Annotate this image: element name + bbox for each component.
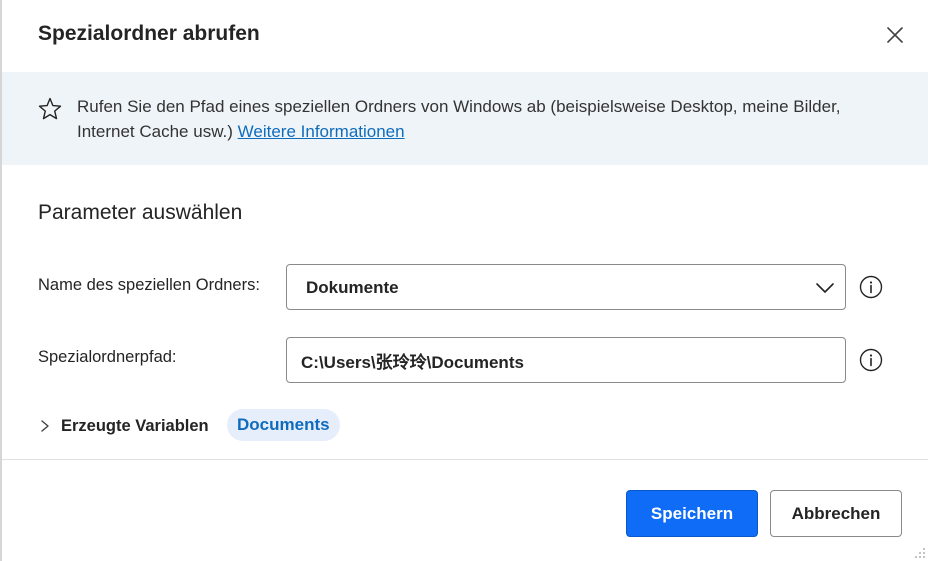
- banner-description: Rufen Sie den Pfad eines speziellen Ordn…: [77, 94, 897, 144]
- folder-path-label: Spezialordnerpfad:: [38, 348, 177, 366]
- folder-name-info-icon[interactable]: [859, 275, 883, 299]
- resize-grip-icon[interactable]: [914, 547, 926, 559]
- chevron-down-icon: [816, 283, 834, 293]
- save-button[interactable]: Speichern: [626, 490, 758, 537]
- folder-path-field[interactable]: [286, 337, 846, 383]
- close-icon[interactable]: [884, 24, 906, 46]
- cancel-button[interactable]: Abbrechen: [770, 490, 902, 537]
- folder-name-label: Name des speziellen Ordners:: [38, 276, 260, 294]
- generated-variables-toggle[interactable]: Erzeugte Variablen: [38, 414, 209, 438]
- chevron-right-icon: [41, 420, 49, 432]
- variable-pill[interactable]: Documents: [227, 409, 340, 441]
- folder-name-dropdown[interactable]: Dokumente: [286, 264, 846, 310]
- banner-description-text: Rufen Sie den Pfad eines speziellen Ordn…: [77, 97, 841, 141]
- more-info-link[interactable]: Weitere Informationen: [238, 122, 405, 141]
- section-title: Parameter auswählen: [38, 201, 243, 224]
- folder-name-value: Dokumente: [306, 278, 399, 297]
- generated-variables-label: Erzeugte Variablen: [61, 416, 209, 435]
- folder-path-info-icon[interactable]: [859, 348, 883, 372]
- footer-divider: [2, 459, 928, 460]
- dialog-title: Spezialordner abrufen: [38, 22, 260, 45]
- star-icon: [38, 97, 62, 120]
